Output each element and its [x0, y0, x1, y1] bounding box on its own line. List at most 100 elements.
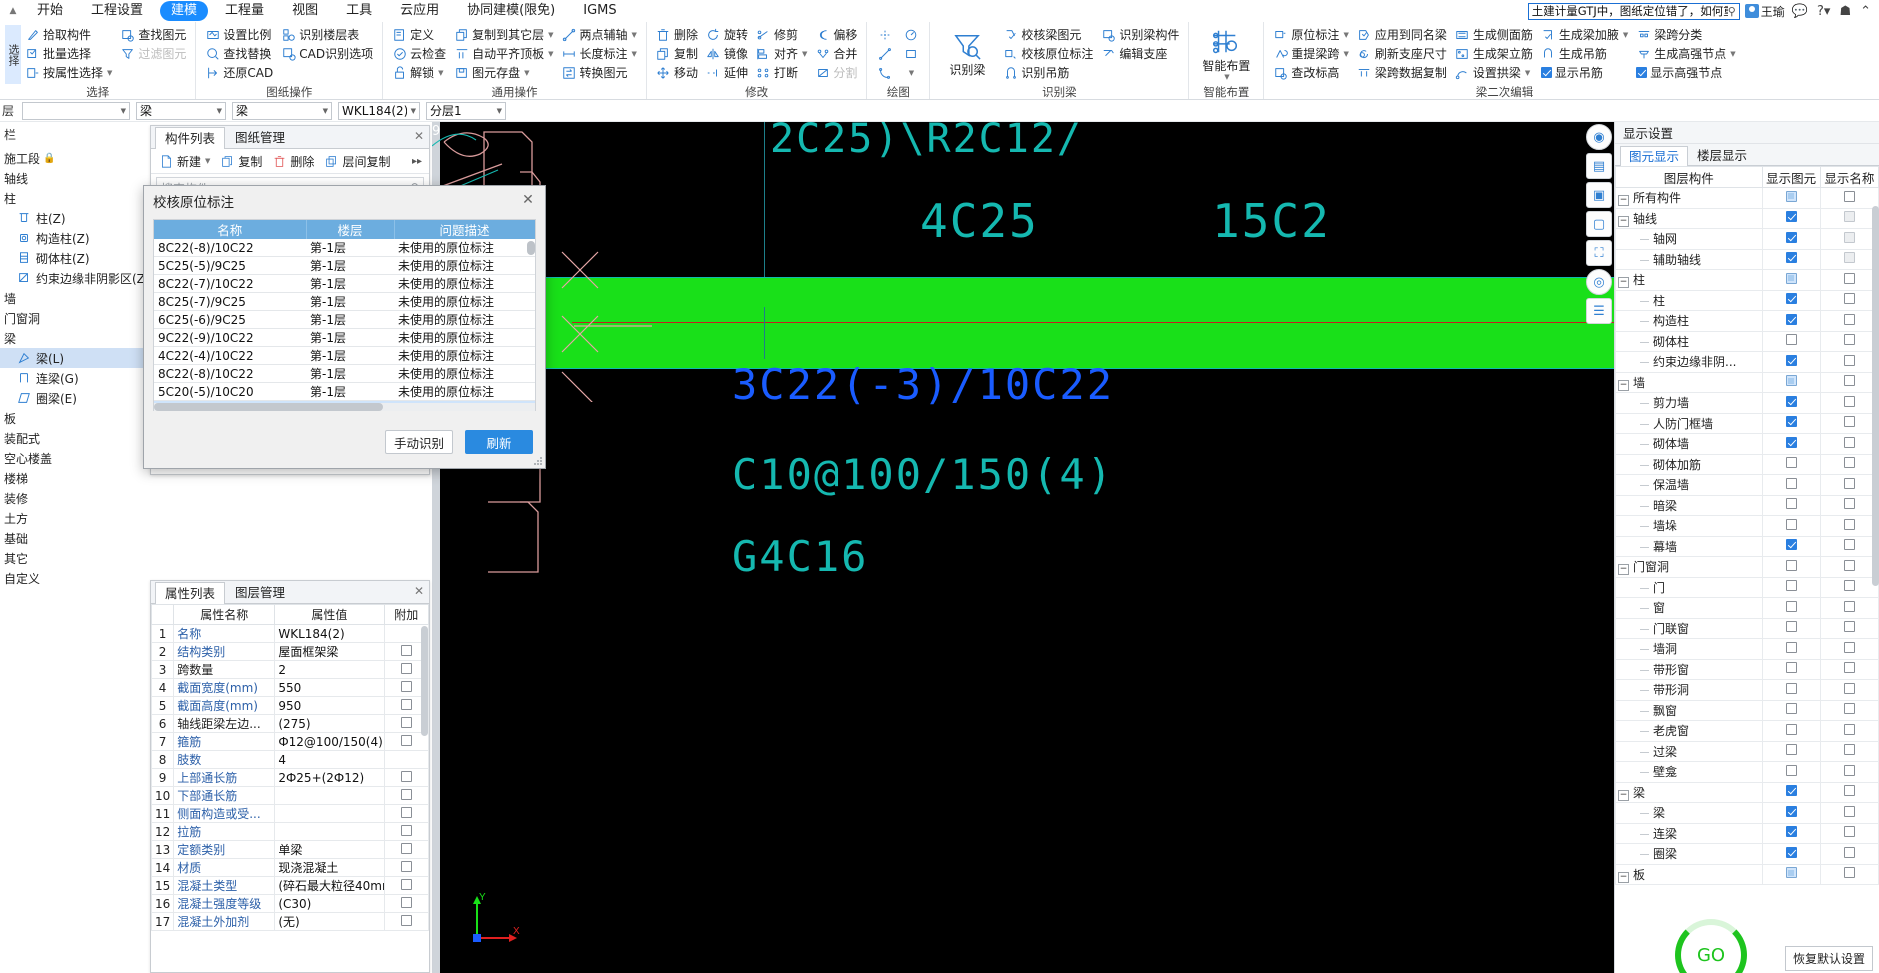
layer-row[interactable]: 门联窗 [1615, 617, 1879, 639]
ribbon-item-7-2-0[interactable]: 生成侧面筋 [1451, 25, 1537, 44]
gift-icon[interactable]: ☗ [1837, 4, 1853, 19]
layers-icon[interactable]: ▤ [1586, 153, 1612, 179]
chevron-down-icon[interactable]: ▼ [1525, 69, 1530, 77]
ribbon-item-7-1-2[interactable]: 梁跨数据复制 [1353, 63, 1451, 82]
chevron-down-icon[interactable]: ▼ [548, 50, 553, 58]
property-row[interactable]: 3 跨数量 2 [151, 660, 429, 679]
checkbox-icon[interactable] [1843, 867, 1855, 879]
checkbox-icon[interactable] [1785, 559, 1797, 571]
layer-show-name-cell[interactable] [1819, 556, 1879, 578]
layer-show-name-cell[interactable] [1819, 474, 1879, 496]
close-icon[interactable]: ✕ [414, 129, 424, 143]
property-value[interactable] [274, 786, 385, 805]
checkbox-icon[interactable] [1843, 231, 1855, 243]
collapse-ribbon-icon[interactable]: ⌃ [1858, 4, 1873, 19]
ribbon-item-0-0-2[interactable]: 按属性选择 ▼ [21, 63, 116, 82]
layer-row[interactable]: 辅助轴线 [1615, 248, 1879, 270]
help-search-input[interactable]: 土建计量GTJ中，图纸定位错了，如何重新定位? [1532, 3, 1728, 19]
nav-item-14[interactable]: 装配式 [0, 428, 150, 448]
ribbon-tab-4[interactable]: 视图 [281, 1, 329, 21]
ribbon-item-5-0-2[interactable]: 识别吊筋 [999, 63, 1097, 82]
layer-row[interactable]: 砌体加筋 [1615, 453, 1879, 475]
checkbox-icon[interactable] [1843, 272, 1855, 284]
chevron-down-icon[interactable]: ▼ [632, 31, 637, 39]
list-view-icon[interactable]: ☰ [1586, 298, 1612, 324]
checkbox-icon[interactable] [1785, 518, 1797, 530]
checkbox-icon[interactable] [400, 878, 412, 890]
layer-row[interactable]: − 梁 [1615, 781, 1879, 803]
ribbon-item-7-3-1[interactable]: 生成吊筋 [1537, 44, 1632, 63]
tab-drawing-manager[interactable]: 图纸管理 [225, 126, 295, 148]
chevron-down-icon[interactable]: ▼ [1623, 31, 1628, 39]
point-icon[interactable] [872, 25, 898, 44]
delete-button[interactable]: 删除 [268, 152, 318, 171]
checkbox-icon[interactable] [1843, 641, 1855, 653]
checkbox-icon[interactable] [1785, 682, 1797, 694]
ribbon-item-5-1-0[interactable]: 识别梁构件 [1097, 25, 1183, 44]
layer-show-name-cell[interactable] [1819, 248, 1879, 270]
ribbon-item-3-1-2[interactable]: 延伸 [702, 63, 752, 82]
dialog-table-row[interactable]: 4C22(-4)/10C22 第-1层 未使用的原位标注 [154, 346, 535, 365]
checkbox-icon[interactable] [1785, 477, 1797, 489]
checkbox-icon[interactable] [1785, 457, 1797, 469]
property-value[interactable] [274, 804, 385, 823]
layer-show-element-cell[interactable] [1761, 330, 1821, 352]
property-extra-cell[interactable] [383, 840, 429, 859]
ribbon-tab-3[interactable]: 工程量 [214, 1, 275, 21]
layer-row[interactable]: 圈梁 [1615, 843, 1879, 865]
expander-icon[interactable]: − [1618, 195, 1629, 207]
checkbox-icon[interactable] [1785, 354, 1797, 366]
layer-show-element-cell[interactable] [1761, 269, 1821, 291]
checkbox-icon[interactable] [400, 824, 412, 836]
checkbox-icon[interactable] [1785, 785, 1797, 797]
ribbon-item-2-0-0[interactable]: 定义 [388, 25, 450, 44]
nav-item-4[interactable]: 构造柱(Z) [0, 228, 150, 248]
layer-row[interactable]: 墙洞 [1615, 638, 1879, 660]
layer-show-name-cell[interactable] [1819, 453, 1879, 475]
checkbox-icon[interactable] [400, 860, 412, 872]
checkbox-icon[interactable] [1785, 764, 1797, 776]
ribbon-item-0-0-0[interactable]: 拾取构件 [21, 25, 116, 44]
property-row[interactable]: 11 侧面构造或受... [151, 804, 429, 823]
property-value[interactable]: Ф12@100/150(4) [274, 732, 385, 751]
checkbox-icon[interactable] [1843, 457, 1855, 469]
property-value[interactable]: 2 [274, 660, 385, 679]
checkbox-icon[interactable] [1843, 600, 1855, 612]
ribbon-collapse-icon[interactable]: ▲ [0, 6, 26, 16]
property-value[interactable] [274, 822, 385, 841]
restore-defaults-button[interactable]: 恢复默认设置 [1784, 946, 1873, 971]
expander-icon[interactable]: − [1618, 277, 1629, 289]
nav-item-19[interactable]: 基础 [0, 528, 150, 548]
layer-show-element-cell[interactable] [1761, 576, 1821, 598]
checkbox-icon[interactable] [1843, 580, 1855, 592]
copy-view-icon[interactable]: ▢ [1586, 211, 1612, 237]
nav-item-9[interactable]: 梁 [0, 328, 150, 348]
ribbon-item-0-1-0[interactable]: 查找图元 [116, 25, 190, 44]
nav-item-6[interactable]: 约束边缘非阴影区(Z) [0, 268, 150, 288]
chevron-down-icon[interactable]: ▼ [438, 69, 443, 77]
copy-button[interactable]: 复制 [216, 152, 266, 171]
layer-show-name-cell[interactable] [1819, 412, 1879, 434]
nav-item-15[interactable]: 空心楼盖 [0, 448, 150, 468]
dialog-hscroll-thumb[interactable] [154, 403, 383, 411]
ribbon-item-3-3-2[interactable]: 分割 [811, 63, 861, 82]
layer-show-element-cell[interactable] [1761, 392, 1821, 414]
layer-show-element-cell[interactable] [1761, 228, 1821, 250]
selector-combo-3[interactable]: WKL184(2) ▼ [338, 101, 420, 120]
layer-show-element-cell[interactable] [1761, 453, 1821, 475]
layer-show-name-cell[interactable] [1819, 494, 1879, 516]
refresh-button[interactable]: 刷新 [465, 430, 533, 454]
checkbox-icon[interactable] [1785, 805, 1797, 817]
fit-icon[interactable]: ⛶ [1586, 240, 1612, 266]
layer-show-element-cell[interactable] [1761, 617, 1821, 639]
checkbox-icon[interactable] [1843, 764, 1855, 776]
nav-item-10[interactable]: 梁(L) [0, 348, 150, 368]
checkbox-icon[interactable] [400, 806, 412, 818]
layer-show-name-cell[interactable] [1819, 699, 1879, 721]
nav-item-18[interactable]: 土方 [0, 508, 150, 528]
layer-row[interactable]: 壁龛 [1615, 761, 1879, 783]
layer-show-name-cell[interactable] [1819, 371, 1879, 393]
checkbox-icon[interactable] [1843, 621, 1855, 633]
layer-show-name-cell[interactable] [1819, 310, 1879, 332]
ribbon-item-3-2-0[interactable]: 修剪 [752, 25, 811, 44]
